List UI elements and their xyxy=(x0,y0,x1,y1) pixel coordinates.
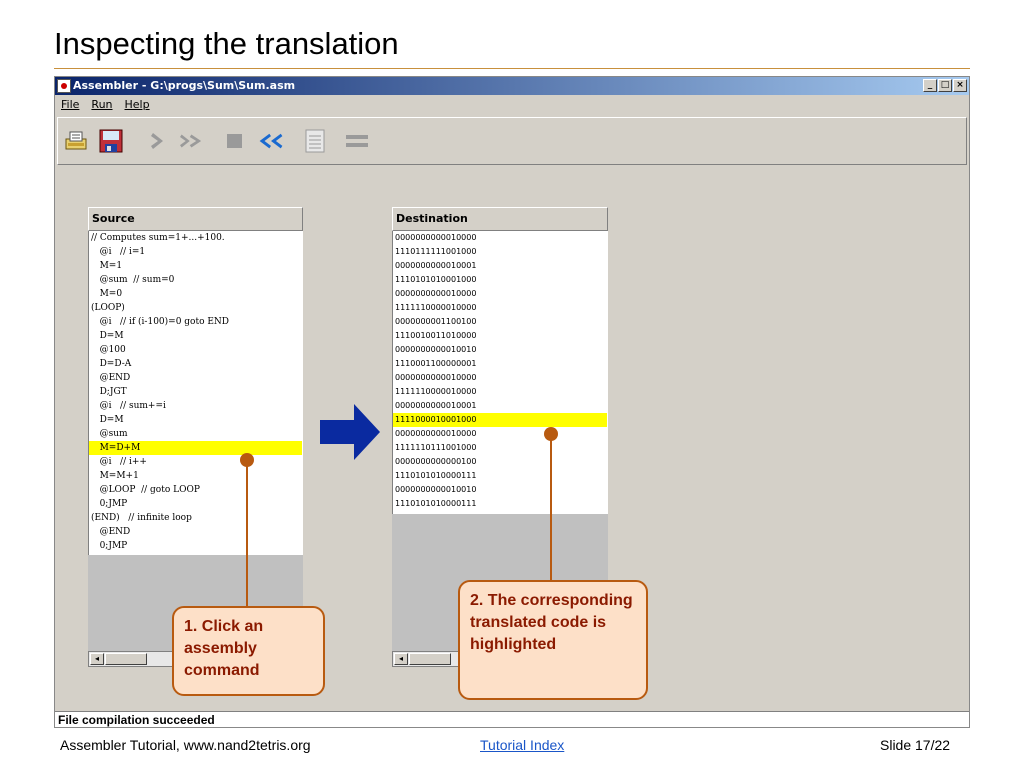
highlighted-line[interactable]: M=D+M xyxy=(89,441,302,455)
source-panel-header: Source xyxy=(88,207,303,231)
code-line[interactable]: (LOOP) xyxy=(89,301,302,315)
code-line[interactable]: // Computes sum=1+...+100. xyxy=(89,231,302,245)
code-line[interactable]: 0;JMP xyxy=(89,497,302,511)
source-code-list: // Computes sum=1+...+100. @i // i=1 M=1… xyxy=(89,231,302,553)
maximize-button[interactable]: □ xyxy=(938,79,952,92)
scroll-left-arrow-icon[interactable]: ◂ xyxy=(394,653,408,665)
code-line[interactable]: @i // i=1 xyxy=(89,245,302,259)
code-line[interactable]: 1110101010000111 xyxy=(393,469,607,483)
equals-icon[interactable] xyxy=(344,128,370,154)
window-titlebar: Assembler - G:\progs\Sum\Sum.asm _ □ × xyxy=(55,77,969,95)
code-line[interactable]: 0000000000010000 xyxy=(393,231,607,245)
window-title: Assembler - G:\progs\Sum\Sum.asm xyxy=(73,79,296,92)
connector-line-2 xyxy=(550,434,552,580)
code-line[interactable]: @END xyxy=(89,525,302,539)
code-line[interactable]: @i // i++ xyxy=(89,455,302,469)
menu-run[interactable]: Run xyxy=(91,96,112,114)
code-line[interactable]: 0000000001100100 xyxy=(393,315,607,329)
toolbar xyxy=(57,117,967,165)
code-line[interactable]: @100 xyxy=(89,343,302,357)
code-line[interactable]: D;JGT xyxy=(89,385,302,399)
code-line[interactable]: 0;JMP xyxy=(89,539,302,553)
menu-help[interactable]: Help xyxy=(125,96,150,114)
code-line[interactable]: 1110010011010000 xyxy=(393,329,607,343)
code-line[interactable]: 0000000000010001 xyxy=(393,259,607,273)
code-line[interactable]: @sum xyxy=(89,427,302,441)
code-line[interactable]: (END) // infinite loop xyxy=(89,511,302,525)
code-line[interactable]: 0000000000010000 xyxy=(393,371,607,385)
app-icon xyxy=(57,79,71,93)
rewind-icon[interactable] xyxy=(258,128,284,154)
destination-code-list: 0000000000010000 1110111111001000 00000000… xyxy=(393,231,607,511)
code-line[interactable]: 1111110111001000 xyxy=(393,441,607,455)
code-line[interactable]: @LOOP // goto LOOP xyxy=(89,483,302,497)
title-rule xyxy=(54,68,970,69)
scroll-left-arrow-icon[interactable]: ◂ xyxy=(90,653,104,665)
scroll-thumb[interactable] xyxy=(105,653,147,665)
footer-tutorial-index-link[interactable]: Tutorial Index xyxy=(480,737,564,753)
highlighted-line[interactable]: 1111000010001000 xyxy=(393,413,607,427)
code-line[interactable]: D=M xyxy=(89,413,302,427)
status-bar: File compilation succeeded xyxy=(55,711,969,727)
source-panel[interactable]: // Computes sum=1+...+100. @i // i=1 M=1… xyxy=(88,231,303,555)
right-arrow-icon xyxy=(320,404,382,465)
load-compare-file-icon[interactable] xyxy=(302,128,328,154)
code-line[interactable]: D=D-A xyxy=(89,357,302,371)
single-step-icon[interactable] xyxy=(146,128,172,154)
callout-translated-highlighted: 2. The corresponding translated code is … xyxy=(458,580,648,700)
code-line[interactable]: 1110101010000111 xyxy=(393,497,607,511)
code-line[interactable]: 1110101010001000 xyxy=(393,273,607,287)
code-line[interactable]: 0000000000010010 xyxy=(393,343,607,357)
code-line[interactable]: 0000000000000100 xyxy=(393,455,607,469)
code-line[interactable]: @i // sum+=i xyxy=(89,399,302,413)
minimize-button[interactable]: _ xyxy=(923,79,937,92)
load-program-icon[interactable] xyxy=(64,128,90,154)
menu-file[interactable]: File xyxy=(61,96,79,114)
code-line[interactable]: 1111110000010000 xyxy=(393,385,607,399)
footer-slide-number: Slide 17/22 xyxy=(880,737,951,753)
code-line[interactable]: @sum // sum=0 xyxy=(89,273,302,287)
window-controls: _ □ × xyxy=(923,79,967,92)
code-line[interactable]: 0000000000010001 xyxy=(393,399,607,413)
code-line[interactable]: M=1 xyxy=(89,259,302,273)
destination-panel-header: Destination xyxy=(392,207,608,231)
code-line[interactable]: M=0 xyxy=(89,287,302,301)
code-line[interactable]: @END xyxy=(89,371,302,385)
save-icon[interactable] xyxy=(98,128,124,154)
scroll-thumb[interactable] xyxy=(409,653,451,665)
code-line[interactable]: M=M+1 xyxy=(89,469,302,483)
destination-panel[interactable]: 0000000000010000 1110111111001000 00000000… xyxy=(392,231,608,514)
connector-dot-2 xyxy=(544,427,558,441)
fast-forward-icon[interactable] xyxy=(180,128,206,154)
code-line[interactable]: D=M xyxy=(89,329,302,343)
connector-line-1 xyxy=(246,460,248,608)
code-line[interactable]: 0000000000010000 xyxy=(393,427,607,441)
stop-icon[interactable] xyxy=(222,128,248,154)
callout-click-command: 1. Click an assembly command xyxy=(172,606,325,696)
footer-course: Assembler Tutorial, www.nand2tetris.org xyxy=(60,737,311,753)
code-line[interactable]: @i // if (i-100)=0 goto END xyxy=(89,315,302,329)
slide-title: Inspecting the translation xyxy=(54,26,399,61)
code-line[interactable]: 1110001100000001 xyxy=(393,357,607,371)
close-button[interactable]: × xyxy=(953,79,967,92)
code-line[interactable]: 1110111111001000 xyxy=(393,245,607,259)
connector-dot-1 xyxy=(240,453,254,467)
menubar: File Run Help xyxy=(55,96,150,114)
code-line[interactable]: 1111110000010000 xyxy=(393,301,607,315)
code-line[interactable]: 0000000000010010 xyxy=(393,483,607,497)
code-line[interactable]: 0000000000010000 xyxy=(393,287,607,301)
